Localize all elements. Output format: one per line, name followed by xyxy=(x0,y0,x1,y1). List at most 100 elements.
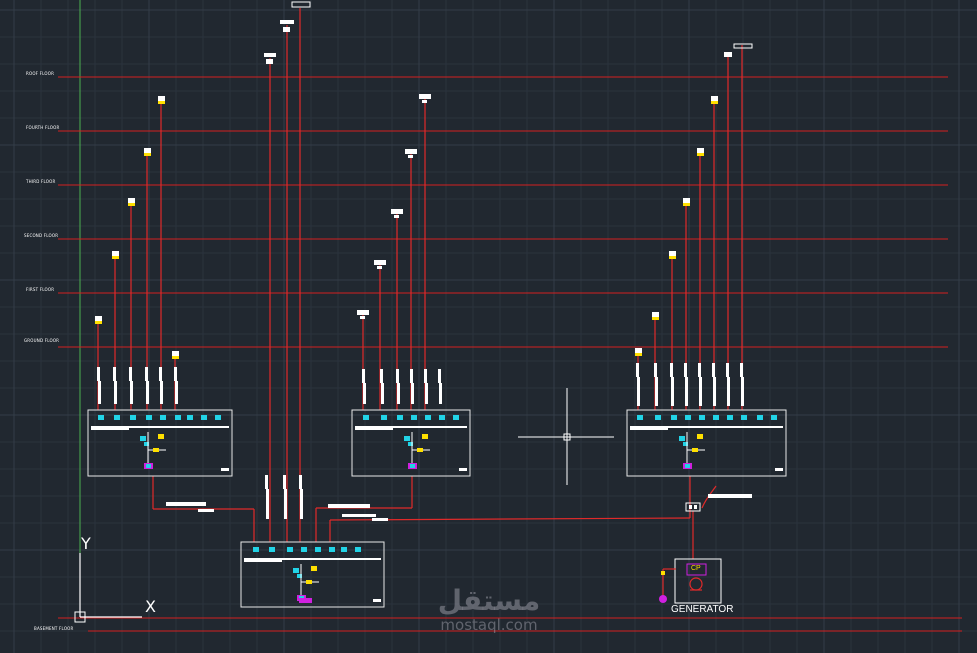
panel-meter xyxy=(153,448,159,452)
roof-device-tag xyxy=(280,20,294,24)
floor-panel-tag xyxy=(374,260,386,265)
breaker-symbol xyxy=(362,369,365,383)
generator-label: GENERATOR xyxy=(671,604,734,615)
outgoing-breaker xyxy=(160,415,166,420)
generator-symbol xyxy=(689,577,703,591)
outgoing-breaker xyxy=(301,547,307,552)
breaker-symbol xyxy=(726,363,729,377)
panel-label-block xyxy=(355,427,393,430)
floor-lines xyxy=(58,76,962,632)
breaker-symbol xyxy=(97,367,100,381)
breaker-symbol xyxy=(684,363,687,377)
outgoing-breaker xyxy=(411,415,417,420)
outgoing-breaker xyxy=(637,415,643,420)
floor-panel-tag xyxy=(419,94,431,99)
floor-label-roof: ROOF FLOOR xyxy=(26,71,55,76)
floor-label-basement: BASEMENT FLOOR xyxy=(34,626,74,631)
outgoing-breaker xyxy=(355,547,361,552)
outgoing-breaker xyxy=(453,415,459,420)
outgoing-breaker xyxy=(713,415,719,420)
panel-meter xyxy=(697,434,703,439)
outgoing-breaker xyxy=(341,547,347,552)
floor-panel-tag xyxy=(377,266,382,269)
floor-meter-tag xyxy=(112,251,119,256)
floor-label-ground: GROUND FLOOR xyxy=(24,338,60,343)
roof-device-tag xyxy=(283,27,290,32)
floor-panel-tag xyxy=(391,209,403,214)
outgoing-breaker xyxy=(671,415,677,420)
breaker-symbol xyxy=(741,377,744,406)
breaker-symbol xyxy=(381,383,384,404)
crosshair-cursor[interactable] xyxy=(518,388,614,485)
floor-meter-tag xyxy=(635,353,642,356)
incoming-isolator xyxy=(410,464,415,468)
transfer-switch xyxy=(694,505,697,509)
outgoing-breaker xyxy=(329,547,335,552)
incoming-isolator xyxy=(146,464,151,468)
breaker-symbol xyxy=(670,363,673,377)
outgoing-breaker xyxy=(363,415,369,420)
panel-meter xyxy=(158,434,164,439)
distribution-panels xyxy=(87,1,787,608)
panel-tag xyxy=(373,599,381,602)
breaker-symbol xyxy=(411,383,414,404)
breaker-symbol xyxy=(637,377,640,406)
breaker-symbol xyxy=(160,381,163,404)
panel-meter xyxy=(417,448,423,452)
outgoing-breaker xyxy=(685,415,691,420)
floor-meter-tag xyxy=(683,203,690,206)
breaker-symbol xyxy=(654,363,657,377)
ucs-icon xyxy=(74,553,142,623)
watermark: مستقل mostaql.com xyxy=(428,584,550,634)
outgoing-breaker xyxy=(287,547,293,552)
breaker-symbol xyxy=(713,377,716,406)
outgoing-breaker xyxy=(201,415,207,420)
watermark-arabic: مستقل xyxy=(437,584,541,617)
transfer-switch xyxy=(685,502,701,512)
breaker-symbol xyxy=(363,383,366,404)
outgoing-breaker xyxy=(269,547,275,552)
outgoing-breaker xyxy=(98,415,104,420)
outgoing-breaker xyxy=(397,415,403,420)
floor-label-third: THIRD FLOOR xyxy=(26,179,56,184)
breaker-symbol xyxy=(175,381,178,404)
breaker-symbol xyxy=(266,489,269,519)
control-panel-label: CP xyxy=(691,565,701,572)
breaker-symbol xyxy=(380,369,383,383)
panel-label-block xyxy=(630,427,668,430)
floor-meter-tag xyxy=(683,198,690,203)
outgoing-breaker xyxy=(114,415,120,420)
outgoing-breaker xyxy=(771,415,777,420)
breaker-symbol xyxy=(636,363,639,377)
breaker-symbol xyxy=(712,363,715,377)
breaker-symbol xyxy=(685,377,688,406)
roof-device-tag xyxy=(266,59,273,64)
breaker-symbol xyxy=(129,367,132,381)
panel-meter xyxy=(692,448,698,452)
floor-meter-tag xyxy=(711,101,718,104)
transfer-switch xyxy=(689,505,692,509)
cable-tag xyxy=(708,494,752,498)
main-breaker xyxy=(404,436,410,441)
outgoing-breaker xyxy=(699,415,705,420)
breaker-symbol xyxy=(655,377,658,406)
breaker-symbol xyxy=(740,363,743,377)
cable-tag xyxy=(342,514,376,517)
panel-meter xyxy=(306,580,312,584)
floor-label-fourth: FOURTH FLOOR xyxy=(26,125,60,130)
breaker-symbol xyxy=(699,377,702,406)
main-incomer xyxy=(299,598,312,603)
outgoing-breaker xyxy=(315,547,321,552)
floor-panel-tag xyxy=(408,155,413,158)
breaker-symbol xyxy=(114,381,117,404)
breaker-symbol xyxy=(146,381,149,404)
outgoing-breaker xyxy=(425,415,431,420)
floor-meter-tag xyxy=(128,203,135,206)
floor-meter-tag xyxy=(697,148,704,153)
floor-meter-tag xyxy=(172,356,179,359)
breaker-symbol xyxy=(671,377,674,406)
main-breaker xyxy=(293,568,299,573)
main-breaker xyxy=(140,436,146,441)
outgoing-breaker xyxy=(655,415,661,420)
outgoing-breaker xyxy=(215,415,221,420)
